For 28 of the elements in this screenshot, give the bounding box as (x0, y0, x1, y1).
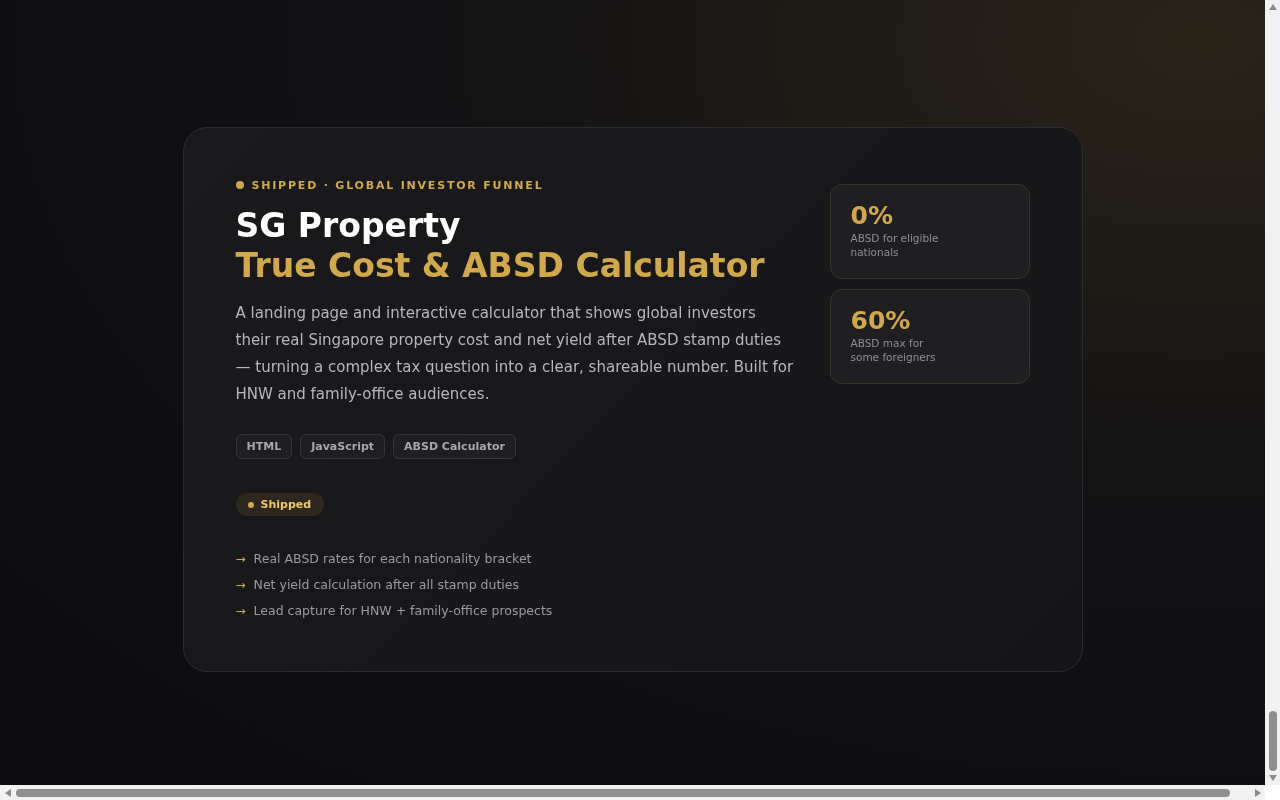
project-title: SG Property (235, 206, 462, 246)
stat-label: ABSD max for some foreigners (850, 336, 937, 364)
arrow-glyph: → (235, 551, 246, 566)
arrow-glyph: → (235, 603, 246, 618)
stat-value: 0% (850, 201, 894, 231)
scroll-down-icon[interactable] (1267, 774, 1278, 782)
project-description: A landing page and interactive calculator that shows global investors their real Singapore property cost and net yield after ABSD stamp duties — turning a complex tax question into a clear, shareable number. Built for HNW and family-office audiences. (235, 303, 795, 405)
feature-text: Real ABSD rates for each nationality bracket (253, 551, 532, 566)
scroll-left-icon[interactable] (4, 787, 12, 798)
status-label: Shipped (260, 498, 312, 511)
project-subtitle: True Cost & ABSD Calculator (235, 246, 766, 286)
tech-tag: HTML (235, 434, 293, 459)
eyebrow-label: SHIPPED · GLOBAL INVESTOR FUNNEL (251, 178, 544, 192)
stat-label: ABSD for eligible nationals (850, 231, 940, 259)
scrollbar-thumb[interactable] (1268, 711, 1277, 771)
scroll-right-icon[interactable] (1254, 787, 1262, 798)
stat-value: 60% (850, 306, 912, 336)
status-dot-icon (235, 181, 244, 189)
tech-tag: ABSD Calculator (393, 434, 516, 459)
tech-tag: JavaScript (300, 434, 386, 459)
horizontal-scrollbar[interactable] (0, 785, 1265, 800)
scroll-up-icon[interactable] (1267, 3, 1278, 11)
feature-text: Net yield calculation after all stamp duties (253, 577, 519, 592)
arrow-glyph: → (235, 577, 246, 592)
status-dot-icon (247, 501, 254, 508)
feature-text: Lead capture for HNW + family-office prospects (253, 603, 553, 618)
vertical-scrollbar[interactable] (1265, 0, 1280, 785)
scrollbar-thumb[interactable] (16, 788, 1230, 797)
